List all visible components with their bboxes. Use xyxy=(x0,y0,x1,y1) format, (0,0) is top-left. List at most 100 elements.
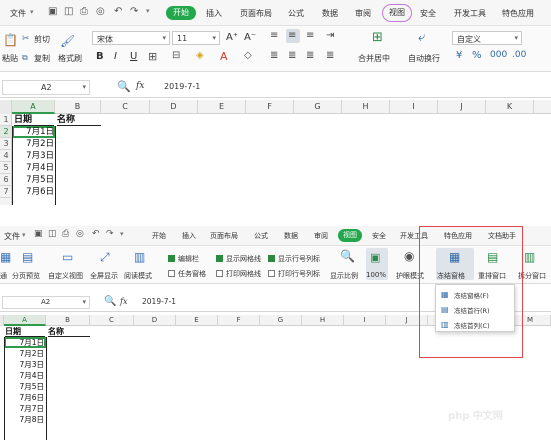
wrap-text-button[interactable]: 自动换行 xyxy=(408,53,440,64)
select-all-corner[interactable] xyxy=(0,100,12,114)
cell-a5[interactable]: 7月4日 xyxy=(14,162,54,174)
currency-format-icon[interactable]: ¥ xyxy=(456,50,462,61)
row-header[interactable]: 1 xyxy=(0,114,12,126)
thousands-format-icon[interactable]: 000 xyxy=(490,50,507,60)
cut-button[interactable]: 剪切 xyxy=(34,34,50,45)
cell-a1[interactable]: 日期 xyxy=(5,327,45,337)
tab-data[interactable]: 数据 xyxy=(322,8,338,19)
open-file-icon[interactable]: ◫ xyxy=(48,229,57,239)
column-header-e[interactable]: E xyxy=(198,100,246,114)
tab-formula[interactable]: 公式 xyxy=(254,231,268,241)
tab-insert[interactable]: 插入 xyxy=(182,231,196,241)
zoom-icon[interactable]: 🔍 xyxy=(340,249,355,263)
eye-icon[interactable]: ◉ xyxy=(404,249,414,263)
decimal-icon[interactable]: .00 xyxy=(512,50,526,60)
column-header-d[interactable]: D xyxy=(150,100,198,114)
align-left-icon[interactable]: ≣ xyxy=(270,50,278,61)
cell-a3[interactable]: 7月2日 xyxy=(6,349,44,359)
tab-start[interactable]: 开始 xyxy=(166,6,196,20)
tab-special[interactable]: 特色应用 xyxy=(502,8,534,19)
format-painter-icon[interactable]: 🖌 xyxy=(60,34,75,48)
reading-mode-icon[interactable]: ▥ xyxy=(134,250,145,264)
cell-a5[interactable]: 7月4日 xyxy=(6,371,44,381)
name-box[interactable]: A2 ▾ xyxy=(2,80,90,95)
sheet-grid[interactable]: A B C D E F G H I J K 1 2 3 4 5 6 7 日期 名… xyxy=(0,100,551,205)
format-painter-button[interactable]: 格式刷 xyxy=(58,53,82,64)
cell-a1[interactable]: 日期 xyxy=(14,114,54,126)
font-size-select[interactable]: 11 ▾ xyxy=(172,31,220,45)
align-right-icon[interactable]: ≣ xyxy=(306,50,314,61)
cell-b1[interactable]: 名称 xyxy=(57,114,101,126)
font-color-button[interactable]: A xyxy=(220,50,228,63)
indent-icon[interactable]: ⇥ xyxy=(326,30,334,41)
copy-button[interactable]: 复制 xyxy=(34,53,50,64)
tab-view[interactable]: 视图 xyxy=(338,229,362,242)
cell-a7[interactable]: 7月6日 xyxy=(14,186,54,198)
merge-icon[interactable]: ⊟ xyxy=(172,50,180,61)
zoom-search-icon[interactable]: 🔍 xyxy=(117,80,131,93)
column-header-b[interactable]: B xyxy=(46,315,90,326)
column-header-c[interactable]: C xyxy=(101,100,150,114)
normal-view-button[interactable]: 通 xyxy=(0,271,7,281)
task-pane-checkbox[interactable] xyxy=(168,270,175,277)
cell-a6[interactable]: 7月5日 xyxy=(6,382,44,392)
row-header[interactable]: 3 xyxy=(0,138,12,150)
column-header-j[interactable]: J xyxy=(438,100,486,114)
cell-a6[interactable]: 7月5日 xyxy=(14,174,54,186)
align-center-icon[interactable]: ≣ xyxy=(288,50,296,61)
menu-file[interactable]: 文件 xyxy=(10,8,26,19)
cut-icon[interactable]: ✂ xyxy=(22,34,30,44)
clear-format-icon[interactable]: ◇ xyxy=(244,50,252,61)
tab-insert[interactable]: 插入 xyxy=(206,8,222,19)
tab-page-layout[interactable]: 页面布局 xyxy=(240,8,272,19)
cell-a9[interactable]: 7月8日 xyxy=(6,415,44,425)
name-box[interactable]: A2 ▾ xyxy=(2,296,90,309)
zoom-button[interactable]: 显示比例 xyxy=(330,271,358,281)
full-screen-icon[interactable]: ⤢ xyxy=(100,250,110,265)
tab-formula[interactable]: 公式 xyxy=(288,8,304,19)
cell-a3[interactable]: 7月2日 xyxy=(14,138,54,150)
justify-icon[interactable]: ≣ xyxy=(326,50,334,61)
column-header-e[interactable]: E xyxy=(176,315,218,326)
align-top-icon[interactable]: ≡ xyxy=(270,30,278,41)
cell-b1[interactable]: 名称 xyxy=(48,327,90,337)
tab-start[interactable]: 开始 xyxy=(152,231,166,241)
column-header-h[interactable]: H xyxy=(342,100,390,114)
grow-font-button[interactable]: A⁺ xyxy=(226,32,238,43)
chevron-down-icon[interactable]: ▾ xyxy=(30,8,34,16)
formula-input[interactable]: 2019-7-1 xyxy=(164,82,200,91)
tab-view[interactable]: 视图 xyxy=(382,4,412,22)
row-header[interactable]: 5 xyxy=(0,162,12,174)
align-bottom-icon[interactable]: ≡ xyxy=(306,30,314,41)
column-header-b[interactable]: B xyxy=(55,100,101,114)
normal-view-icon[interactable]: ▦ xyxy=(0,250,11,264)
fx-button[interactable]: fx xyxy=(120,297,127,306)
redo-icon[interactable]: ↷ xyxy=(106,229,114,239)
paste-clipboard-icon[interactable]: 📋 xyxy=(3,33,18,47)
undo-icon[interactable]: ↶ xyxy=(114,6,122,17)
column-header-g[interactable]: G xyxy=(294,100,342,114)
column-header-a[interactable]: A xyxy=(12,100,55,114)
copy-icon[interactable]: ⧉ xyxy=(22,53,28,63)
print-grid-checkbox[interactable] xyxy=(216,270,223,277)
print-icon[interactable]: ⎙ xyxy=(62,229,69,239)
row-header[interactable]: 2 xyxy=(0,126,12,138)
open-file-icon[interactable]: ◫ xyxy=(64,6,73,17)
quick-access-more-icon[interactable]: ▾ xyxy=(146,7,150,15)
redo-icon[interactable]: ↷ xyxy=(130,6,138,17)
cell-a4[interactable]: 7月3日 xyxy=(14,150,54,162)
column-header-f[interactable]: F xyxy=(246,100,294,114)
save-icon[interactable]: ▣ xyxy=(34,229,43,239)
column-header-f[interactable]: F xyxy=(218,315,260,326)
cell-a2[interactable]: 7月1日 xyxy=(6,338,44,348)
menu-file[interactable]: 文件 xyxy=(4,231,20,242)
cell-a7[interactable]: 7月6日 xyxy=(6,393,44,403)
full-screen-button[interactable]: 全屏显示 xyxy=(90,271,118,281)
fx-button[interactable]: fx xyxy=(136,81,144,91)
underline-button[interactable]: U xyxy=(130,51,137,62)
save-icon[interactable]: ▣ xyxy=(48,6,57,17)
page-break-preview-icon[interactable]: ▤ xyxy=(22,250,33,264)
row-header[interactable]: 4 xyxy=(0,150,12,162)
paste-button[interactable]: 粘贴 xyxy=(2,53,18,64)
column-header-a[interactable]: A xyxy=(4,315,46,326)
